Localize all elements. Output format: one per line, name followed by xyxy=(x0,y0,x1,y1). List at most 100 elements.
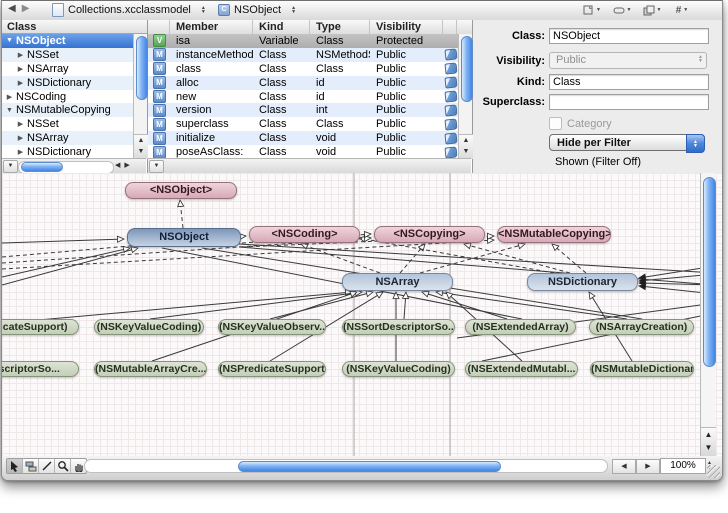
diagram-node-category[interactable]: (NSMutableArrayCre... xyxy=(94,361,207,377)
scroll-thumb[interactable] xyxy=(136,36,148,100)
diagram-node-klassdark[interactable]: NSObject xyxy=(127,228,241,247)
class-list-item[interactable]: ▶NSDictionary xyxy=(2,145,133,159)
select-tool-button[interactable] xyxy=(7,459,23,473)
visibility-column-header[interactable]: Visibility xyxy=(370,20,443,34)
node-tool-button[interactable] xyxy=(23,459,39,473)
class-list-vscrollbar[interactable]: ▲▼ xyxy=(133,34,147,159)
association-link[interactable] xyxy=(442,293,627,319)
documentation-icon[interactable] xyxy=(444,146,457,158)
class-popup[interactable]: C NSObject ▲▼ xyxy=(214,2,300,18)
diagram-node-category[interactable]: (NSPredicateSupport) xyxy=(2,319,79,335)
filter-popup[interactable]: Hide per Filter ▲▼ xyxy=(549,134,705,151)
member-table-row[interactable]: MsuperclassClassClassPublic xyxy=(148,117,458,131)
conformance-link[interactable] xyxy=(365,239,554,273)
documentation-icon[interactable] xyxy=(444,77,457,89)
file-popup[interactable]: Collections.xcclassmodel ▲▼ xyxy=(48,2,210,18)
scroll-arrows[interactable]: ◀▶ xyxy=(115,161,134,169)
class-list-item[interactable]: ▼NSMutableCopying xyxy=(2,103,133,117)
list-menu-button[interactable]: ▼ xyxy=(3,160,18,173)
embed-button[interactable]: ▼ xyxy=(640,3,664,17)
conformance-link[interactable] xyxy=(181,206,183,228)
disclosure-triangle-icon[interactable]: ▶ xyxy=(16,51,25,59)
forward-button[interactable]: ▶ xyxy=(22,3,36,14)
diagram-vscrollbar[interactable]: ▲▼ xyxy=(700,173,715,456)
diagram-node-category[interactable]: (NSPredicateSupport) xyxy=(218,361,326,377)
diagram-node-klass[interactable]: NSDictionary xyxy=(527,273,638,291)
association-link[interactable] xyxy=(404,298,406,319)
disclosure-triangle-icon[interactable]: ▼ xyxy=(5,107,14,114)
class-list-item[interactable]: ▼NSObject xyxy=(2,34,133,48)
annotation-button[interactable]: # ▼ xyxy=(670,3,694,17)
diagram-node-protocol[interactable]: <NSCoding> xyxy=(249,226,360,243)
diagram-node-category[interactable]: (NSKeyValueObserv... xyxy=(218,319,326,335)
disclosure-triangle-icon[interactable]: ▼ xyxy=(5,37,14,44)
conformance-link[interactable] xyxy=(420,246,519,273)
class-list-item[interactable]: ▶NSSet xyxy=(2,48,133,62)
member-table-vscrollbar[interactable]: ▲▼ xyxy=(458,34,472,159)
diagram-node-category[interactable]: (NSKeyValueCoding) xyxy=(94,319,204,335)
association-link[interactable] xyxy=(2,249,124,277)
resize-grip[interactable] xyxy=(707,465,720,478)
documentation-icon[interactable] xyxy=(444,104,457,116)
class-field[interactable]: NSObject xyxy=(549,28,709,44)
scroll-arrows[interactable]: ▲▼ xyxy=(459,134,473,159)
diagram-node-protocol[interactable]: <NSMutableCopying> xyxy=(497,226,611,243)
diagram-hscrollbar[interactable] xyxy=(84,459,608,473)
member-table-row[interactable]: MinstanceMethodSClassNSMethodSiPublic xyxy=(148,48,458,62)
diagram-node-category[interactable]: (NSKeyValueCoding) xyxy=(342,361,455,377)
diagram-node-protocol[interactable]: <NSCopying> xyxy=(374,226,485,243)
zoom-level-field[interactable]: 100% xyxy=(660,458,706,474)
class-list-item[interactable]: ▶NSArray xyxy=(2,62,133,76)
class-list-item[interactable]: ▶NSDictionary xyxy=(2,76,133,90)
kind-field[interactable]: Class xyxy=(549,74,709,90)
scroll-left-button[interactable]: ◀ xyxy=(612,459,636,474)
member-table-row[interactable]: MinitializeClassvoidPublic xyxy=(148,131,458,145)
scroll-thumb[interactable] xyxy=(703,177,716,367)
table-menu-button[interactable]: ▼ xyxy=(149,160,164,173)
diagram-node-category[interactable]: (NSMutableDictionar... xyxy=(590,361,694,377)
documentation-icon[interactable] xyxy=(444,118,457,130)
scroll-thumb[interactable] xyxy=(461,36,473,102)
disclosure-triangle-icon[interactable]: ▶ xyxy=(16,120,25,128)
disclosure-triangle-icon[interactable]: ▶ xyxy=(5,93,14,101)
association-link[interactable] xyxy=(428,294,507,319)
conformance-link[interactable] xyxy=(557,248,586,273)
documentation-icon[interactable] xyxy=(444,90,457,102)
documentation-icon[interactable] xyxy=(444,132,457,144)
member-column-header[interactable]: Member xyxy=(170,20,253,34)
diagram-node-category[interactable]: (NSSortDescriptorSo... xyxy=(2,361,79,377)
hscroll-arrows[interactable]: ◀ ▶ xyxy=(612,459,660,474)
scroll-arrows[interactable]: ▲▼ xyxy=(701,427,716,456)
class-list-item[interactable]: ▶NSCoding xyxy=(2,90,133,104)
member-table-row[interactable]: MclassClassClassPublic xyxy=(148,62,458,76)
superclass-field[interactable] xyxy=(549,94,709,110)
line-tool-button[interactable] xyxy=(39,459,55,473)
class-list-item[interactable]: ▶NSSet xyxy=(2,117,133,131)
scroll-thumb[interactable] xyxy=(21,162,63,172)
member-table-row[interactable]: MallocClassidPublic xyxy=(148,76,458,90)
type-column-header[interactable]: Type xyxy=(310,20,370,34)
disclosure-triangle-icon[interactable]: ▶ xyxy=(16,148,25,156)
disclosure-triangle-icon[interactable]: ▶ xyxy=(16,79,25,87)
page-layout-button[interactable]: ▼ xyxy=(580,3,604,17)
scroll-arrows[interactable]: ▲▼ xyxy=(134,134,148,159)
diagram-node-category[interactable]: (NSExtendedMutabl... xyxy=(465,361,578,377)
shape-style-button[interactable]: ▼ xyxy=(610,3,634,17)
diagram-node-category[interactable]: (NSArrayCreation) xyxy=(589,319,694,335)
disclosure-triangle-icon[interactable]: ▶ xyxy=(16,134,25,142)
documentation-icon[interactable] xyxy=(444,49,457,61)
disclosure-triangle-icon[interactable]: ▶ xyxy=(16,65,25,73)
scroll-right-button[interactable]: ▶ xyxy=(636,459,660,474)
association-link[interactable] xyxy=(2,239,118,243)
association-link[interactable] xyxy=(150,293,356,319)
back-button[interactable]: ◀ xyxy=(8,3,22,14)
association-link[interactable] xyxy=(2,250,132,285)
diagram-node-category[interactable]: (NSSortDescriptorSo... xyxy=(342,319,455,335)
kind-column-header[interactable]: Kind xyxy=(253,20,310,34)
association-link[interactable] xyxy=(239,244,715,273)
documentation-icon[interactable] xyxy=(444,63,457,75)
scroll-thumb[interactable] xyxy=(238,461,501,472)
diagram-node-category[interactable]: (NSExtendedArray) xyxy=(465,319,576,335)
hscroll-track[interactable] xyxy=(18,161,114,174)
diagram-node-klass[interactable]: NSArray xyxy=(342,273,453,291)
